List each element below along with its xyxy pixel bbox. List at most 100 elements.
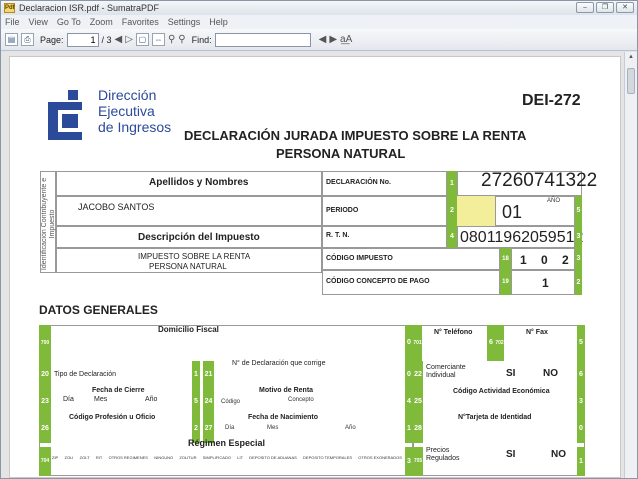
fecha-nac-label: Fecha de Nacimiento (248, 414, 319, 421)
telefono-label: N° Teléfono (434, 329, 473, 336)
print-icon[interactable]: ⎙ (21, 33, 34, 46)
find-next-icon[interactable]: ▶ (329, 33, 337, 47)
toolbar: ▤ ⎙ Page: / 3 ◀ ▷ ▢ ⇔ ⚲ ⚲ Find: ◀ ▶ a͟A (1, 29, 637, 51)
match-case-toggle[interactable]: a͟A (340, 33, 352, 47)
field-num-3c: 3 (577, 388, 585, 415)
regimen-col: OTROS REGIMENES (108, 455, 148, 460)
regimen-col: ZOLITUR (179, 455, 197, 460)
field-num-0b: 0 (405, 361, 413, 388)
field-num-26: 26 (39, 415, 51, 443)
fit-width-icon[interactable]: ⇔ (151, 33, 165, 46)
next-page-icon[interactable]: ▷ (125, 33, 133, 47)
apellidos-value: JACOBO SANTOS (78, 202, 155, 212)
regimen-col: SIMPLIFICADO (202, 455, 231, 460)
find-label: Find: (191, 34, 212, 45)
field-num-22: 22 (413, 361, 423, 388)
field-num-6: 6 (487, 325, 495, 361)
open-file-icon[interactable]: ▤ (5, 33, 18, 46)
ano-label: AÑO (547, 198, 561, 204)
field-num-1c: 1 (405, 415, 413, 443)
field-num-5: 5 (575, 196, 582, 226)
field-num-20: 20 (39, 361, 51, 388)
scroll-up-icon[interactable]: ▲ (627, 54, 635, 62)
fecha-cierre-ano: Año (145, 396, 158, 403)
regimen-columns: ZIP ZOLI ZOLT RIT OTROS REGIMENES NINGUN… (52, 455, 402, 460)
codigo-concepto-value: 1 (542, 276, 549, 290)
title-bar: Pdf Declaracion ISR.pdf - SumatraPDF ⎯ ❐… (1, 1, 637, 15)
field-num-19: 19 (500, 270, 511, 295)
num-decl-corrige-label: N° de Declaración que corrige (232, 360, 326, 367)
org-line-3: de Ingresos (98, 119, 172, 135)
scrollbar-thumb[interactable] (627, 68, 635, 94)
close-button[interactable]: ✕ (616, 2, 634, 13)
precios-no[interactable]: NO (551, 449, 566, 460)
find-input[interactable] (214, 32, 311, 47)
form-title: DECLARACIÓN JURADA IMPUESTO SOBRE LA REN… (184, 128, 527, 143)
menu-view[interactable]: View (29, 17, 48, 27)
vertical-scrollbar[interactable]: ▲ (624, 52, 637, 478)
field-num-4: 4 (447, 226, 457, 248)
fecha-nac-mes: Mes (267, 425, 279, 431)
field-num-701: 701 (413, 325, 422, 361)
field-num-4b: 4 (405, 388, 413, 415)
menu-zoom[interactable]: Zoom (90, 17, 113, 27)
field-num-3d: 3 (405, 447, 413, 476)
org-line-2: Ejecutiva (98, 103, 155, 119)
side-label: Identificación Contribuyente e Impuesto (41, 177, 56, 271)
codigo-impuesto-digit-3: 2 (562, 253, 569, 267)
pdf-page: Dirección Ejecutiva de Ingresos DEI-272 … (9, 56, 621, 478)
field-num-704: 704 (39, 447, 51, 476)
field-num-25: 25 (413, 388, 423, 415)
side-label-box: Identificación Contribuyente e Impuesto (40, 171, 56, 273)
fit-page-icon[interactable]: ▢ (135, 33, 149, 46)
field-num-23: 23 (39, 388, 51, 415)
apellidos-label: Apellidos y Nombres (149, 177, 249, 188)
menu-file[interactable]: File (5, 17, 20, 27)
cod-profesion-label: Código Profesión u Oficio (69, 414, 156, 421)
menu-goto[interactable]: Go To (57, 17, 81, 27)
org-name: Dirección Ejecutiva de Ingresos (98, 87, 171, 135)
comerciante-no[interactable]: NO (543, 368, 558, 379)
minimize-button[interactable]: ⎯ (576, 2, 594, 13)
motivo-concepto: Concepto (288, 397, 314, 403)
periodo-label: PERIODO (326, 207, 359, 214)
tipo-decl-label: Tipo de Declaración (54, 371, 116, 378)
menu-help[interactable]: Help (209, 17, 228, 27)
page-input[interactable] (66, 32, 99, 47)
fax-label: N° Fax (526, 329, 548, 336)
field-num-1: 1 (447, 171, 457, 196)
comerciante-si[interactable]: SI (506, 368, 515, 379)
codigo-impuesto-digit-1: 1 (520, 253, 527, 267)
codigo-impuesto-label: CÓDIGO IMPUESTO (326, 255, 393, 262)
fecha-nac-dia: Día (225, 425, 235, 431)
regimen-col: NINGUNO (154, 455, 174, 460)
regimen-label: Régimen Especial (188, 438, 266, 448)
find-prev-icon[interactable]: ◀ (319, 33, 327, 47)
periodo-highlight (457, 196, 495, 226)
field-num-24: 24 (203, 388, 214, 415)
fecha-nac-ano: Año (345, 425, 356, 431)
regimen-col: RIT (95, 455, 103, 460)
descripcion-value-1: IMPUESTO SOBRE LA RENTA (138, 252, 251, 261)
declaracion-value: 27260741322 (481, 170, 598, 191)
menu-favorites[interactable]: Favorites (122, 17, 159, 27)
zoom-in-icon[interactable]: ⚲ (178, 33, 185, 47)
field-num-3: 3 (575, 226, 582, 248)
field-num-1b: 1 (192, 361, 200, 388)
page-label: Page: (40, 34, 64, 45)
regimen-col: ZIP (52, 455, 59, 460)
codigo-concepto-label: CÓDIGO CONCEPTO DE PAGO (326, 278, 430, 285)
menu-settings[interactable]: Settings (168, 17, 201, 27)
restore-button[interactable]: ❐ (596, 2, 614, 13)
field-num-21: 21 (203, 361, 214, 388)
precios-si[interactable]: SI (506, 449, 515, 460)
regimen-col: LIT (237, 455, 244, 460)
field-num-5b: 5 (577, 325, 585, 361)
descripcion-value-2: PERSONA NATURAL (149, 262, 227, 271)
app-icon: Pdf (4, 3, 15, 13)
org-line-1: Dirección (98, 87, 157, 103)
domicilio-label: Domicilio Fiscal (158, 325, 219, 334)
prev-page-icon[interactable]: ◀ (115, 33, 123, 47)
document-viewport[interactable]: Dirección Ejecutiva de Ingresos DEI-272 … (1, 52, 624, 478)
zoom-out-icon[interactable]: ⚲ (168, 33, 175, 47)
